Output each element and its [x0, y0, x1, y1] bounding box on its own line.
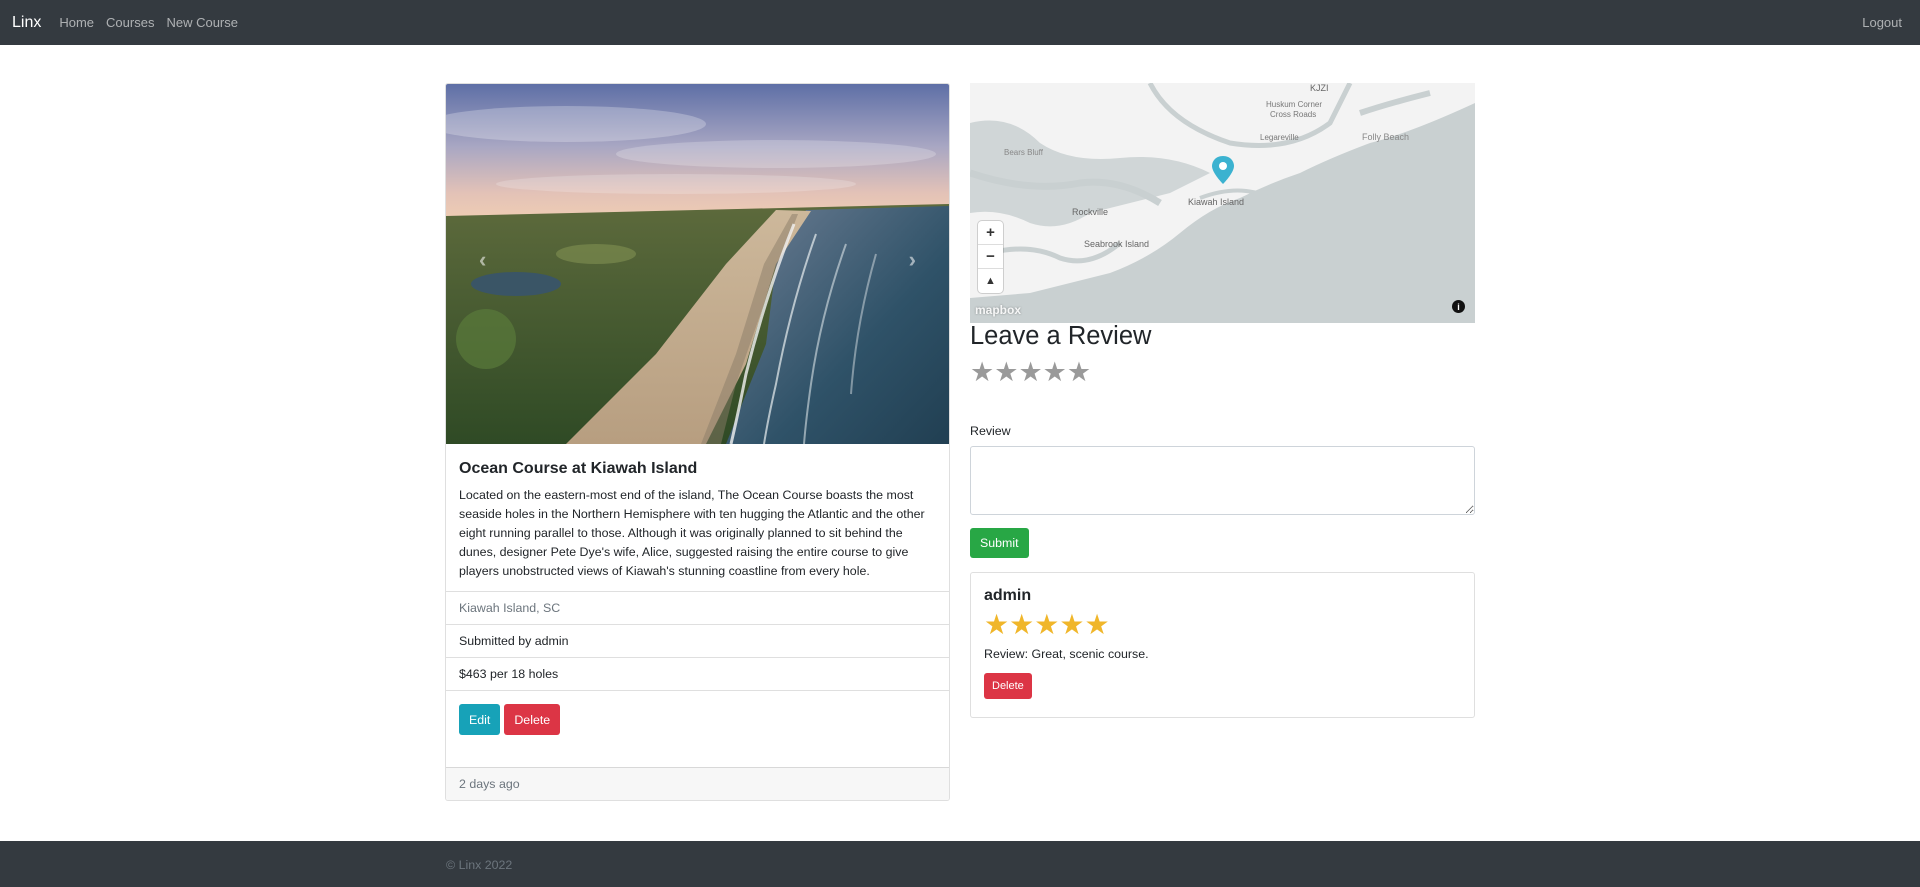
footer-copyright: © Linx 2022 [446, 858, 513, 872]
card-body: Ocean Course at Kiawah Island Located on… [446, 444, 949, 581]
review-text: Review: Great, scenic course. [984, 647, 1149, 661]
nav-link-home[interactable]: Home [59, 15, 94, 30]
attribution-info-icon[interactable]: i [1452, 300, 1465, 313]
course-photo [446, 84, 949, 444]
course-posted-time: 2 days ago [446, 767, 949, 800]
star-rating-2-icon[interactable]: ★ [994, 358, 1018, 386]
course-price: $463 per 18 holes [446, 657, 949, 690]
review-rating: ★ ★ ★ ★ ★ [984, 611, 1461, 639]
review-card: admin ★ ★ ★ ★ ★ Review: Great, scenic co… [970, 572, 1475, 718]
mapbox-logo: mapbox [975, 303, 1022, 317]
map-label-folly-beach: Folly Beach [1362, 132, 1409, 142]
nav-link-courses[interactable]: Courses [106, 15, 154, 30]
star-filled-icon: ★ [1059, 609, 1085, 640]
delete-course-button[interactable]: Delete [504, 704, 561, 735]
compass-icon[interactable]: ▲ [978, 269, 1003, 293]
delete-review-button[interactable]: Delete [984, 673, 1032, 699]
map-label-kiawah-island: Kiawah Island [1188, 197, 1244, 207]
star-filled-icon: ★ [1009, 609, 1035, 640]
footer: © Linx 2022 [0, 841, 1920, 887]
edit-button[interactable]: Edit [459, 704, 501, 735]
review-author: admin [984, 587, 1032, 604]
star-rating-4-icon[interactable]: ★ [1043, 358, 1067, 386]
map-label-rockville: Rockville [1072, 207, 1108, 217]
map-label-huskum-corner: Huskum Corner [1266, 100, 1322, 109]
brand-link[interactable]: Linx [12, 14, 41, 32]
course-actions: Edit Delete [446, 690, 949, 748]
course-details-list: Kiawah Island, SC Submitted by admin $46… [446, 591, 949, 748]
course-map[interactable]: KJZI Huskum Corner Cross Roads Legarevil… [970, 83, 1475, 323]
star-rating-3-icon[interactable]: ★ [1018, 358, 1042, 386]
map-label-kjzi: KJZI [1310, 83, 1329, 93]
nav-link-new-course[interactable]: New Course [166, 15, 238, 30]
rating-input: ★ ★ ★ ★ ★ [970, 358, 1091, 386]
course-card: ‹ › Ocean Course at Kiawah Island Locate… [445, 83, 950, 801]
carousel-next-icon[interactable]: › [909, 247, 916, 273]
map-label-legareville: Legareville [1260, 133, 1299, 142]
submit-review-button[interactable]: Submit [970, 528, 1029, 558]
star-rating-5-icon[interactable]: ★ [1067, 358, 1091, 386]
course-title: Ocean Course at Kiawah Island [459, 460, 698, 477]
map-canvas: KJZI Huskum Corner Cross Roads Legarevil… [970, 83, 1475, 323]
zoom-in-button[interactable]: + [978, 221, 1003, 245]
map-zoom-controls: + − ▲ [978, 221, 1003, 293]
carousel-prev-icon[interactable]: ‹ [479, 247, 486, 273]
map-label-bears-bluff: Bears Bluff [1004, 148, 1044, 157]
map-label-seabrook-island: Seabrook Island [1084, 239, 1149, 249]
navbar: Linx Home Courses New Course Logout [0, 0, 1920, 45]
map-label-cross-roads: Cross Roads [1270, 110, 1316, 119]
leave-review-heading: Leave a Review [970, 322, 1152, 350]
logout-link[interactable]: Logout [1862, 15, 1902, 30]
star-rating-1-icon[interactable]: ★ [970, 358, 994, 386]
image-carousel: ‹ › [446, 84, 949, 444]
course-description: Located on the eastern-most end of the i… [459, 488, 925, 578]
zoom-out-button[interactable]: − [978, 245, 1003, 269]
course-location: Kiawah Island, SC [446, 591, 949, 624]
star-filled-icon: ★ [984, 609, 1010, 640]
star-filled-icon: ★ [1034, 609, 1060, 640]
course-submitted-by: Submitted by admin [446, 624, 949, 657]
review-field-label: Review [970, 424, 1011, 438]
star-filled-icon: ★ [1084, 609, 1110, 640]
review-textarea[interactable] [970, 446, 1475, 515]
